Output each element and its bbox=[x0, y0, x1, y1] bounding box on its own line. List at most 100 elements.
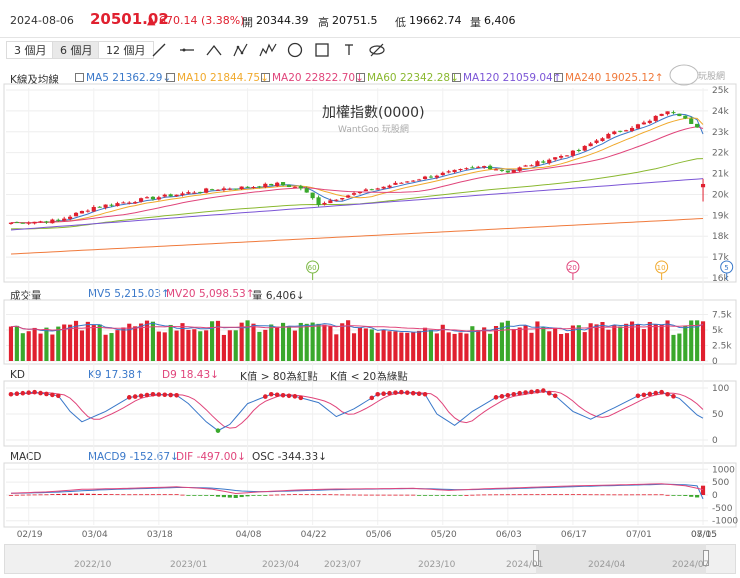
volume-bar bbox=[452, 333, 457, 361]
candle-body bbox=[269, 183, 274, 186]
kd-red-dot bbox=[150, 391, 156, 397]
kd-red-dot bbox=[126, 395, 132, 400]
volume-bar bbox=[434, 333, 439, 361]
volume-bar bbox=[263, 329, 268, 361]
volume-bar bbox=[559, 333, 564, 361]
volume-bar bbox=[541, 327, 546, 361]
volume-bar bbox=[618, 326, 623, 361]
osc-bar bbox=[304, 494, 309, 496]
osc-bar bbox=[594, 494, 599, 496]
osc-bar bbox=[363, 494, 368, 496]
volume-bar bbox=[44, 327, 49, 361]
osc-bar bbox=[606, 494, 611, 496]
candle-body bbox=[641, 122, 646, 125]
kd-red-dot bbox=[641, 392, 647, 398]
candle-body bbox=[499, 169, 504, 171]
candle-body bbox=[517, 167, 522, 171]
price-tick-label: 19k bbox=[712, 211, 729, 221]
volume-bar bbox=[417, 330, 422, 361]
ma-cross-marker-label: 60 bbox=[308, 264, 317, 272]
candle-body bbox=[553, 157, 558, 160]
kd-red-dot bbox=[493, 395, 499, 400]
osc-bar bbox=[535, 494, 540, 496]
osc-bar bbox=[470, 494, 475, 496]
osc-bar bbox=[334, 494, 339, 496]
candle-body bbox=[180, 193, 185, 196]
kd-red-dot bbox=[20, 390, 26, 396]
osc-bar bbox=[411, 494, 416, 496]
candle-body bbox=[582, 145, 587, 151]
candle-body bbox=[328, 200, 333, 204]
kd-red-dot bbox=[410, 390, 416, 396]
candle-body bbox=[476, 166, 481, 168]
candle-body bbox=[422, 176, 428, 180]
kd-red-dot bbox=[529, 389, 534, 395]
kd-red-dot bbox=[523, 390, 528, 395]
candle-body bbox=[210, 189, 215, 191]
osc-bar bbox=[422, 495, 428, 496]
osc-bar bbox=[464, 494, 469, 496]
volume-bar bbox=[411, 332, 416, 361]
kd-red-dot bbox=[274, 392, 280, 398]
kd-red-dot bbox=[44, 391, 49, 397]
volume-bar bbox=[150, 321, 155, 361]
volume-bar bbox=[405, 332, 410, 361]
candle-body bbox=[20, 222, 25, 224]
kd-red-dot bbox=[535, 388, 540, 394]
date-tick-label: 08/05 bbox=[691, 530, 717, 540]
osc-bar bbox=[695, 495, 700, 498]
volume-bar bbox=[482, 327, 487, 361]
candle-body bbox=[488, 165, 493, 170]
osc-bar bbox=[529, 494, 534, 496]
osc-bar bbox=[700, 485, 706, 495]
volume-bar bbox=[239, 322, 244, 361]
price-tick-label: 18k bbox=[712, 232, 729, 242]
volume-bar bbox=[677, 333, 682, 361]
osc-bar bbox=[653, 494, 658, 496]
volume-bar bbox=[683, 325, 688, 361]
volume-bar bbox=[316, 323, 321, 361]
candle-body bbox=[399, 182, 404, 184]
kd-red-dot bbox=[263, 394, 268, 399]
volume-bar bbox=[115, 330, 120, 361]
kd-red-dot bbox=[174, 392, 179, 398]
volume-bar bbox=[624, 323, 629, 361]
candle-body bbox=[393, 182, 398, 185]
candle-body bbox=[411, 180, 416, 182]
osc-bar bbox=[440, 495, 445, 496]
osc-bar bbox=[180, 494, 185, 496]
kd-red-dot bbox=[38, 390, 43, 396]
osc-bar bbox=[85, 493, 90, 495]
osc-bar bbox=[618, 494, 623, 496]
osc-bar bbox=[576, 494, 581, 496]
candle-body bbox=[32, 221, 37, 224]
volume-bar bbox=[109, 333, 114, 361]
volume-bar bbox=[647, 321, 652, 361]
osc-bar bbox=[381, 494, 386, 496]
candle-body bbox=[375, 188, 380, 190]
candle-body bbox=[162, 194, 167, 197]
kd-red-dot bbox=[26, 390, 32, 395]
ma-line-ma120 bbox=[10, 178, 704, 231]
candle-body bbox=[618, 130, 623, 132]
date-tick-label: 03/04 bbox=[82, 530, 108, 540]
stock-chart[interactable]: 16k17k18k19k20k21k22k23k24k25k02/19 03/04… bbox=[0, 0, 740, 544]
osc-bar bbox=[97, 494, 102, 495]
candle-body bbox=[369, 189, 374, 191]
osc-bar bbox=[162, 494, 167, 496]
chart-title: 加權指數(0000) bbox=[322, 105, 425, 121]
candle-body bbox=[150, 196, 155, 200]
candle-body bbox=[38, 221, 43, 223]
osc-bar bbox=[115, 494, 120, 496]
candle-body bbox=[156, 197, 161, 200]
date-tick-label: 04/22 bbox=[301, 530, 327, 540]
osc-bar bbox=[239, 495, 244, 498]
osc-bar bbox=[292, 494, 297, 495]
volume-bar bbox=[422, 327, 428, 361]
volume-bar bbox=[700, 321, 706, 361]
volume-bar bbox=[493, 326, 499, 361]
volume-bar bbox=[168, 324, 173, 361]
navigator-label: 2024/04 bbox=[588, 560, 626, 570]
kd-red-dot bbox=[422, 391, 428, 397]
logo-icon bbox=[669, 64, 699, 86]
